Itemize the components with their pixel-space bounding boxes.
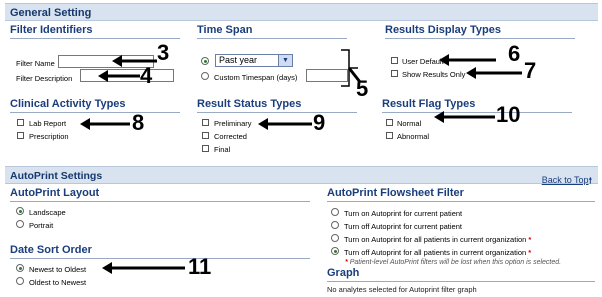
callout-number: 10 bbox=[496, 102, 521, 127]
callout-arrowhead bbox=[439, 54, 449, 66]
callout-bracket bbox=[341, 49, 350, 87]
callout-number: 8 bbox=[132, 110, 145, 135]
callout-number: 4 bbox=[140, 63, 153, 88]
callout-arrowhead bbox=[98, 70, 108, 82]
callout-arrowhead bbox=[102, 262, 112, 274]
callout-number: 3 bbox=[157, 40, 170, 65]
callout-number: 7 bbox=[524, 58, 537, 83]
callout-number: 11 bbox=[188, 254, 212, 279]
callout-number: 6 bbox=[508, 41, 521, 66]
callout-number: 5 bbox=[356, 76, 369, 101]
callout-arrowhead bbox=[434, 111, 444, 123]
callout-arrowhead bbox=[112, 55, 122, 67]
callout-arrowhead bbox=[258, 118, 268, 130]
callout-arrowhead bbox=[466, 67, 476, 79]
callout-arrowhead bbox=[80, 118, 90, 130]
callout-number: 9 bbox=[313, 110, 326, 135]
